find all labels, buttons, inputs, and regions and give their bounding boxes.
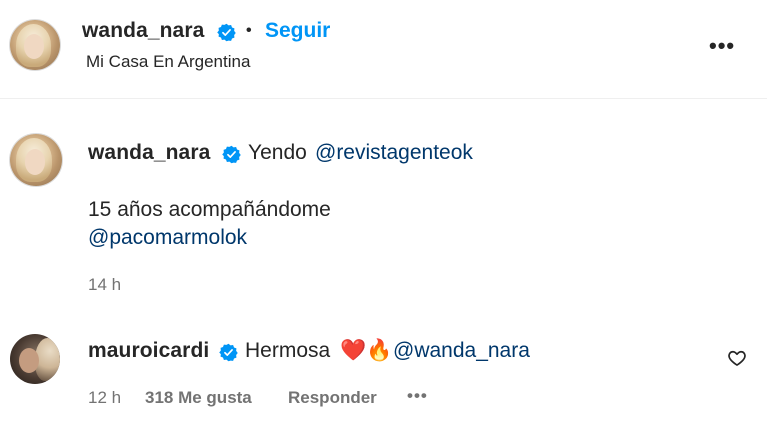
comment-likes-count[interactable]: 318 Me gusta	[145, 388, 252, 408]
reply-button[interactable]: Responder	[288, 388, 377, 408]
caption-username[interactable]: wanda_nara	[88, 141, 210, 165]
comment-emojis: ❤️🔥	[340, 339, 393, 362]
comment-more-options-button[interactable]: •••	[407, 386, 428, 406]
more-options-button[interactable]: •••	[709, 33, 735, 59]
location-link[interactable]: Mi Casa En Argentina	[86, 52, 250, 72]
comment-text: Hermosa	[245, 339, 331, 362]
separator-dot: •	[246, 22, 252, 39]
header-avatar[interactable]	[10, 20, 60, 70]
comment-mention-wanda-nara[interactable]: @wanda_nara	[393, 339, 530, 363]
follow-button[interactable]: Seguir	[265, 19, 330, 43]
comment-timestamp[interactable]: 12 h	[88, 388, 121, 408]
verified-badge-icon	[219, 343, 238, 362]
verified-badge-icon	[222, 145, 241, 164]
header-username[interactable]: wanda_nara	[82, 19, 204, 43]
caption-line-2: 15 años acompañándome	[88, 198, 331, 221]
caption-timestamp[interactable]: 14 h	[88, 275, 121, 295]
verified-badge-icon	[217, 23, 236, 42]
post-header: wanda_nara • Seguir Mi Casa En Argentina…	[0, 0, 767, 99]
caption-text: Yendo	[248, 141, 307, 164]
caption-avatar[interactable]	[10, 134, 62, 186]
caption-mention-revistagenteok[interactable]: @revistagenteok	[315, 141, 473, 165]
comment-avatar[interactable]	[10, 334, 60, 384]
comment-username[interactable]: mauroicardi	[88, 339, 209, 363]
like-heart-icon[interactable]	[727, 348, 747, 368]
caption-mention-pacomarmolok[interactable]: @pacomarmolok	[88, 226, 247, 250]
